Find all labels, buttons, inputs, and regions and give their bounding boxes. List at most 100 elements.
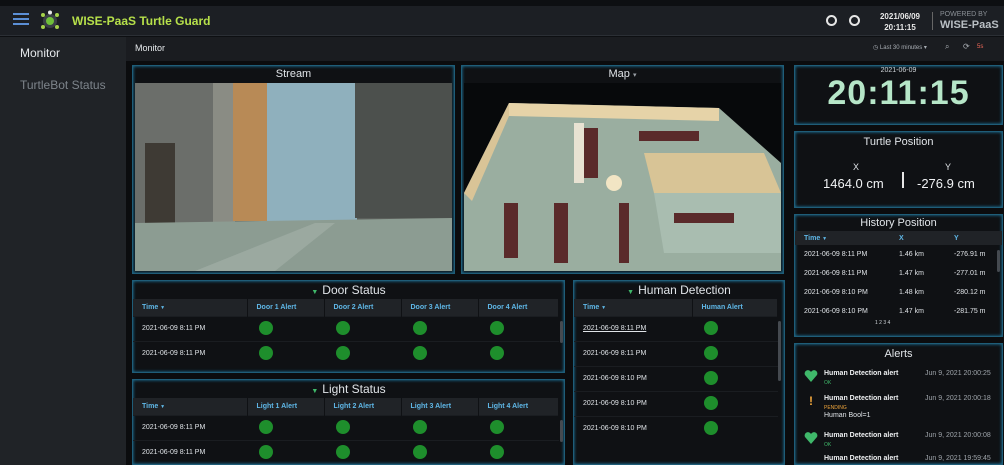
column-header[interactable]: Light 2 Alert [324, 398, 402, 415]
alert-time: Jun 9, 2021 19:59:45 [925, 455, 991, 462]
status-dot-cell [324, 414, 401, 440]
status-ok-icon [259, 320, 273, 335]
column-header[interactable]: Time ▼ [133, 299, 248, 316]
table-row: 2021-06-09 8:10 PM 1.48 km -280.12 m [795, 283, 1002, 302]
column-header[interactable]: Time ▼ [795, 231, 890, 245]
door-status-panel: ▼ Door Status Time ▼ Door 1 Alert Door 2 … [132, 280, 565, 373]
map-title: Map [608, 68, 630, 80]
status-dot-cell [478, 340, 559, 366]
status-ok-icon [490, 345, 504, 360]
table-cell: 2021-06-09 8:10 PM [574, 415, 692, 441]
heart-ok-icon [804, 370, 818, 382]
table-row: 2021-06-09 8:11 PM [133, 340, 559, 366]
x-value: 1464.0 cm [823, 176, 884, 191]
column-header[interactable]: Door 1 Alert [247, 299, 325, 316]
table-cell: 2021-06-09 8:11 PM [133, 340, 247, 366]
status-dot-cell [692, 390, 778, 416]
table-row: 2021-06-09 8:10 PM [574, 390, 778, 416]
time-range-picker[interactable]: ◷ Last 30 minutes ▾ [873, 44, 927, 51]
chevron-down-icon[interactable]: ▼ [311, 289, 318, 296]
warning-icon: ! [809, 394, 813, 408]
status-ok-icon [336, 320, 350, 335]
scrollbar[interactable] [778, 321, 781, 381]
powered-by: POWERED BY WISE-PaaS [940, 11, 999, 31]
column-header[interactable]: X [890, 231, 945, 245]
light-status-title-row: ▼ Light Status [133, 380, 564, 398]
zoom-out-icon[interactable]: ⌕ [945, 42, 949, 52]
alert-item[interactable]: Human Detection alert Jun 9, 2021 19:59:… [799, 455, 1003, 465]
turtle-position-title: Turtle Position [863, 136, 934, 148]
alert-item[interactable]: Human Detection alert Jun 9, 2021 20:00:… [799, 432, 1003, 454]
light-status-table: Time ▼ Light 1 Alert Light 2 Alert Light… [133, 398, 559, 465]
column-header[interactable]: Time ▼ [574, 299, 693, 316]
status-ok-icon [336, 345, 350, 360]
alert-name: Human Detection alert [824, 432, 899, 439]
human-detection-title-row: ▼ Human Detection [574, 281, 784, 299]
column-header[interactable]: Light 4 Alert [478, 398, 559, 415]
column-header[interactable]: Light 3 Alert [401, 398, 479, 415]
user-icon[interactable] [849, 15, 860, 26]
column-header[interactable]: Human Alert [692, 299, 778, 316]
table-row: 2021-06-09 8:11 PM [133, 414, 559, 440]
history-header-row: Time ▼ X Y [795, 231, 1002, 245]
table-cell: 2021-06-09 8:11 PM [804, 251, 868, 258]
alert-name: Human Detection alert [824, 370, 899, 377]
history-position-title: History Position [860, 217, 937, 229]
status-dot-cell [247, 414, 324, 440]
alert-item[interactable]: Human Detection alert Jun 9, 2021 20:00:… [799, 370, 1003, 392]
column-header[interactable]: Door 2 Alert [324, 299, 402, 316]
scrollbar[interactable] [560, 321, 563, 343]
status-ok-icon [704, 345, 718, 360]
clock-icon: ◷ [873, 45, 880, 51]
human-header-row: Time ▼ Human Alert [574, 299, 778, 316]
status-ok-icon [259, 444, 273, 459]
stream-title: Stream [275, 68, 312, 80]
sidebar-item-monitor[interactable]: Monitor [0, 37, 126, 69]
table-cell: 2021-06-09 8:10 PM [804, 289, 868, 296]
map-title-row: Map ▾ [462, 66, 783, 82]
y-label: Y [945, 162, 952, 172]
sidebar-item-turtlebot-status[interactable]: TurtleBot Status [0, 69, 126, 101]
chevron-down-icon[interactable]: ▼ [311, 388, 318, 395]
chevron-down-icon[interactable]: ▾ [633, 72, 637, 79]
alert-time: Jun 9, 2021 20:00:25 [925, 370, 991, 377]
app-title: WISE-PaaS Turtle Guard [72, 14, 211, 28]
column-header[interactable]: Time ▼ [133, 398, 248, 415]
column-header[interactable]: Door 3 Alert [401, 299, 479, 316]
globe-icon[interactable] [826, 15, 837, 26]
status-ok-icon [704, 320, 718, 335]
clock-time: 20:11:15 [827, 74, 970, 112]
dashboard: Stream Map ▾ 2021-06-09 20:11:15 Turtle … [126, 61, 1004, 465]
scrollbar[interactable] [560, 420, 563, 442]
column-header[interactable]: Y [945, 231, 1002, 245]
heart-ok-icon [804, 432, 818, 444]
table-cell: 2021-06-09 8:10 PM [804, 308, 868, 315]
table-cell: 1.48 km [899, 289, 924, 296]
status-ok-icon [413, 320, 427, 335]
status-dot-cell [324, 315, 401, 341]
status-dot-cell [401, 414, 478, 440]
status-ok-icon [413, 419, 427, 434]
status-ok-icon [490, 444, 504, 459]
alerts-title: Alerts [884, 348, 913, 360]
alert-status: PENDING [824, 405, 847, 411]
status-dot-cell [401, 315, 478, 341]
column-header[interactable]: Door 4 Alert [478, 299, 559, 316]
status-ok-icon [259, 345, 273, 360]
pagination[interactable]: 1 2 3 4 [875, 320, 890, 326]
alert-name: Human Detection alert [824, 395, 899, 402]
column-header[interactable]: Light 1 Alert [247, 398, 325, 415]
chevron-down-icon[interactable]: ▼ [627, 289, 634, 296]
table-row: 2021-06-09 8:10 PM [574, 365, 778, 391]
refresh-icon[interactable]: ⟳ [963, 42, 970, 51]
table-cell[interactable]: 2021-06-09 8:11 PM [574, 315, 692, 341]
powered-by-brand: WISE-PaaS [940, 19, 999, 31]
hamburger-menu-icon[interactable] [13, 13, 29, 27]
alert-detail: Human Bool=1 [824, 412, 871, 419]
table-cell: -280.12 m [954, 289, 986, 296]
stream-panel: Stream [132, 65, 455, 274]
header-divider [932, 12, 933, 30]
refresh-interval[interactable]: 5s [977, 44, 983, 50]
scrollbar[interactable] [997, 250, 1000, 272]
alert-item[interactable]: ! Human Detection alert Jun 9, 2021 20:0… [799, 394, 1003, 425]
